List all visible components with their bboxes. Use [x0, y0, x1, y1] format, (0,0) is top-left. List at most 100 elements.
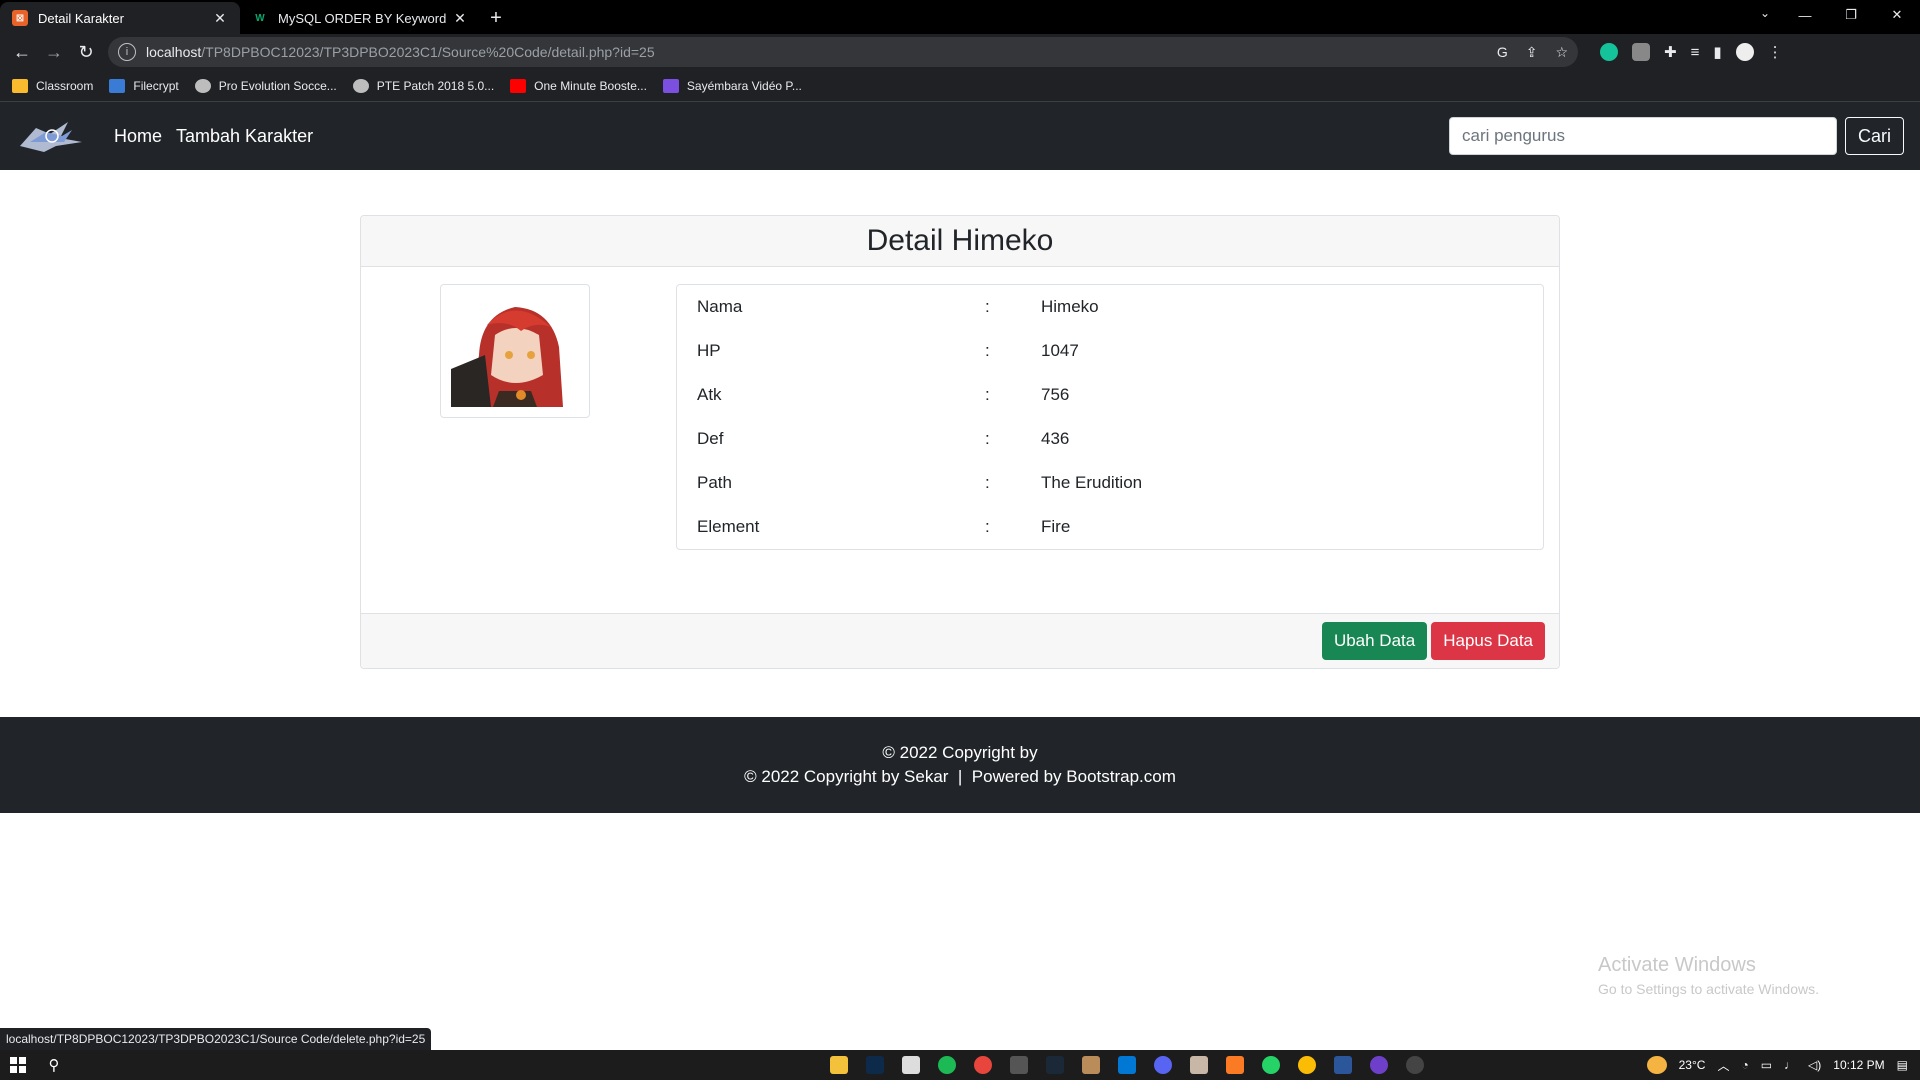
search-form: Cari: [1448, 117, 1904, 155]
volume-icon[interactable]: ◁): [1808, 1058, 1821, 1072]
bookmark-one-minute[interactable]: One Minute Booste...: [510, 78, 647, 93]
forward-icon[interactable]: →: [38, 36, 70, 68]
site-logo[interactable]: [16, 116, 86, 156]
weather-icon[interactable]: [1646, 1056, 1667, 1074]
info-row-atk: Atk : 756: [677, 373, 1543, 417]
field-value: The Erudition: [1041, 473, 1143, 492]
tab-mysql-order-by[interactable]: W MySQL ORDER BY Keyword ✕: [240, 2, 480, 34]
edit-data-button[interactable]: Ubah Data: [1321, 622, 1428, 660]
xampp-icon[interactable]: [1226, 1056, 1244, 1074]
field-value: Himeko: [1041, 297, 1099, 316]
chrome-icon[interactable]: [1298, 1056, 1316, 1074]
info-row-hp: HP : 1047: [677, 329, 1543, 373]
google-lens-icon[interactable]: G: [1497, 44, 1508, 61]
delete-data-button[interactable]: Hapus Data: [1431, 622, 1545, 660]
footer-copyright: © 2022 Copyright by: [882, 743, 1038, 762]
watermark-subtitle: Go to Settings to activate Windows.: [1598, 981, 1819, 997]
extension-icon[interactable]: [1632, 43, 1650, 61]
address-bar[interactable]: i localhost /TP8DPBOC12023/TP3DPBO2023C1…: [108, 37, 1578, 67]
photoshop-icon[interactable]: [866, 1056, 884, 1074]
chevron-up-icon[interactable]: ︿: [1717, 1057, 1729, 1074]
file-explorer-icon[interactable]: [830, 1056, 848, 1074]
windows-start-icon[interactable]: [0, 1050, 36, 1080]
microphone-icon[interactable]: ♩: [1784, 1058, 1796, 1072]
search-input[interactable]: [1448, 117, 1837, 155]
field-label: Element: [697, 517, 760, 536]
reading-list-icon[interactable]: ≡: [1691, 44, 1700, 61]
site-navbar: Home Tambah Karakter Cari: [0, 102, 1920, 170]
github-icon[interactable]: [1370, 1056, 1388, 1074]
new-tab-button[interactable]: +: [480, 2, 512, 34]
discord-icon[interactable]: [1154, 1056, 1172, 1074]
nav-tambah-karakter-link[interactable]: Tambah Karakter: [176, 126, 313, 147]
bookmark-classroom[interactable]: Classroom: [12, 78, 93, 93]
share-icon[interactable]: ⇪: [1526, 44, 1538, 61]
bookmark-sayembara[interactable]: Sayémbara Vidéo P...: [662, 78, 802, 93]
steam-icon[interactable]: [1046, 1056, 1064, 1074]
bookmark-star-icon[interactable]: ☆: [1555, 44, 1568, 61]
bookmark-label: PTE Patch 2018 5.0...: [376, 78, 495, 93]
field-value: 1047: [1041, 341, 1079, 360]
temperature[interactable]: 23°C: [1679, 1058, 1706, 1072]
side-panel-icon[interactable]: ▮: [1713, 43, 1721, 61]
xampp-favicon-icon: ⊠: [12, 10, 28, 26]
grammarly-icon[interactable]: [1600, 43, 1618, 61]
search-button[interactable]: Cari: [1844, 117, 1904, 155]
bookmark-pte-patch[interactable]: PTE Patch 2018 5.0...: [352, 78, 495, 93]
field-label: Atk: [697, 385, 722, 404]
app-icon[interactable]: [1010, 1056, 1028, 1074]
windows-taskbar: ⚲ 23°C ︿ ◔ ▭ ♩ ◁) 10:12 PM ▤: [0, 1050, 1920, 1080]
chrome-icon[interactable]: [974, 1056, 992, 1074]
profile-avatar[interactable]: [1735, 43, 1754, 61]
minimize-icon[interactable]: —: [1782, 0, 1828, 30]
bookmark-label: Filecrypt: [133, 78, 179, 93]
bookmark-pes[interactable]: Pro Evolution Socce...: [194, 78, 337, 93]
network-icon[interactable]: ◔: [1741, 1058, 1748, 1072]
close-tab-icon[interactable]: ✕: [452, 10, 468, 27]
game-icon[interactable]: [1082, 1056, 1100, 1074]
taskbar-apps: [830, 1050, 1424, 1080]
restore-icon[interactable]: ❐: [1828, 0, 1874, 30]
nav-home-link[interactable]: Home: [114, 126, 162, 147]
tab-title: MySQL ORDER BY Keyword: [278, 10, 447, 26]
info-row-def: Def : 436: [677, 417, 1543, 461]
close-tab-icon[interactable]: ✕: [212, 10, 228, 27]
spotify-icon[interactable]: [938, 1056, 956, 1074]
back-icon[interactable]: ←: [6, 36, 38, 68]
field-label: Path: [697, 473, 732, 492]
site-info-icon[interactable]: i: [118, 43, 136, 61]
puzzle-extensions-icon[interactable]: ✚: [1664, 43, 1677, 61]
w3schools-favicon-icon: W: [255, 12, 265, 24]
clock[interactable]: 10:12 PM: [1833, 1058, 1884, 1072]
field-separator: :: [985, 297, 990, 316]
notifications-icon[interactable]: ▤: [1897, 1058, 1908, 1072]
footer-credits: © 2022 Copyright by Sekar | Powered by B…: [744, 767, 1176, 786]
window-controls: — ❐ ✕: [1782, 0, 1920, 30]
battery-icon[interactable]: ▭: [1761, 1058, 1772, 1072]
field-value: Fire: [1041, 517, 1071, 536]
bookmark-filecrypt[interactable]: Filecrypt: [109, 78, 179, 93]
character-portrait-image: [451, 295, 579, 407]
taskbar-search-icon[interactable]: ⚲: [36, 1050, 72, 1080]
close-window-icon[interactable]: ✕: [1874, 0, 1920, 30]
vscode-icon[interactable]: [1118, 1056, 1136, 1074]
card-footer: Ubah Data Hapus Data: [361, 613, 1559, 668]
reload-icon[interactable]: ↻: [70, 36, 102, 68]
whatsapp-icon[interactable]: [1262, 1056, 1280, 1074]
tab-detail-karakter[interactable]: ⊠ Detail Karakter ✕: [0, 2, 240, 34]
tab-search-icon[interactable]: ⌄: [1760, 6, 1770, 20]
browser-toolbar: ← → ↻ i localhost /TP8DPBOC12023/TP3DPBO…: [0, 34, 1920, 70]
field-separator: :: [985, 473, 990, 492]
honkai-logo-icon: [20, 122, 82, 152]
word-icon[interactable]: [1334, 1056, 1352, 1074]
app-icon[interactable]: [1190, 1056, 1208, 1074]
nav-links: Home Tambah Karakter: [114, 126, 313, 147]
bookmark-label: One Minute Booste...: [534, 78, 647, 93]
link-status-bar: localhost/TP8DPBOC12023/TP3DPBO2023C1/So…: [0, 1028, 432, 1050]
capcut-icon[interactable]: [902, 1056, 920, 1074]
menu-icon[interactable]: ⋮: [1768, 43, 1783, 61]
field-separator: :: [985, 517, 990, 536]
bookmark-label: Sayémbara Vidéo P...: [686, 78, 802, 93]
app-icon[interactable]: [1406, 1056, 1424, 1074]
bookmarks-bar: Classroom Filecrypt Pro Evolution Socce.…: [0, 70, 1920, 102]
